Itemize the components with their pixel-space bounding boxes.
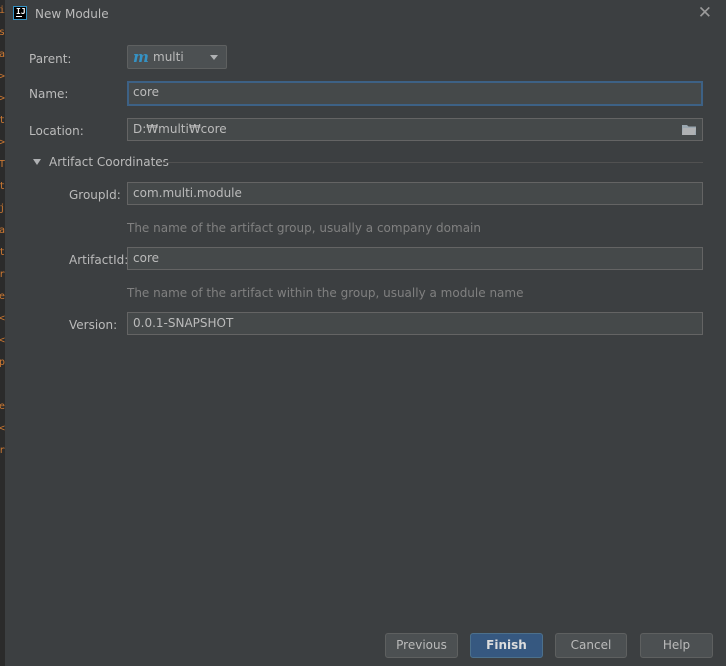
maven-m-icon: m	[133, 48, 149, 66]
gutter-char: e	[0, 291, 5, 302]
artifact-coordinates-title: Artifact Coordinates	[49, 155, 169, 169]
gutter-char: a	[0, 225, 5, 236]
cancel-button[interactable]: Cancel	[555, 633, 627, 658]
gutter-char: T	[0, 159, 5, 170]
gutter-char: t	[0, 181, 5, 192]
gutter-char: r	[0, 269, 5, 280]
parent-value: multi	[153, 50, 184, 64]
artifact-coordinates-toggle[interactable]: Artifact Coordinates	[33, 155, 703, 171]
groupid-hint: The name of the artifact group, usually …	[127, 221, 481, 235]
gutter-char: >	[0, 93, 5, 104]
name-field[interactable]: core	[127, 81, 703, 106]
gutter-char	[0, 374, 5, 396]
help-button[interactable]: Help	[640, 633, 713, 658]
location-value: D:₩multi₩core	[133, 122, 227, 136]
gutter-char: a	[0, 49, 5, 60]
parent-dropdown[interactable]: m multi	[127, 45, 227, 69]
gutter-char: p	[0, 357, 5, 368]
dialog-titlebar: IJ New Module ✕	[5, 0, 726, 30]
gutter-char: >	[0, 137, 5, 148]
parent-label: Parent:	[29, 52, 72, 66]
expand-triangle-icon	[33, 159, 41, 165]
finish-button[interactable]: Finish	[470, 633, 543, 658]
groupid-label: GroupId:	[69, 188, 121, 202]
section-divider	[160, 162, 703, 163]
gutter-char: j	[0, 203, 5, 214]
gutter-char: t	[0, 115, 5, 126]
dialog-title: New Module	[35, 7, 109, 21]
groupid-field[interactable]: com.multi.module	[127, 182, 703, 205]
gutter-char: <	[0, 335, 5, 346]
folder-icon[interactable]	[682, 124, 696, 135]
previous-button[interactable]: Previous	[385, 633, 458, 658]
close-icon[interactable]: ✕	[698, 3, 712, 23]
intellij-icon: IJ	[13, 6, 27, 20]
artifactid-label: ArtifactId:	[69, 253, 129, 267]
artifactid-field[interactable]: core	[127, 247, 703, 270]
version-field[interactable]: 0.0.1-SNAPSHOT	[127, 312, 703, 335]
gutter-char: <	[0, 423, 5, 434]
name-label: Name:	[29, 87, 69, 101]
gutter-char: t	[0, 247, 5, 258]
editor-gutter: i s a > > t > T t j a t r e < < p e < r	[0, 0, 5, 666]
gutter-char: <	[0, 313, 5, 324]
version-label: Version:	[69, 318, 118, 332]
location-label: Location:	[29, 124, 84, 138]
gutter-char: >	[0, 71, 5, 82]
artifactid-hint: The name of the artifact within the grou…	[127, 286, 524, 300]
location-field[interactable]: D:₩multi₩core	[127, 118, 703, 141]
gutter-char: r	[0, 445, 5, 456]
chevron-down-icon	[210, 55, 218, 60]
gutter-char: e	[0, 401, 5, 412]
